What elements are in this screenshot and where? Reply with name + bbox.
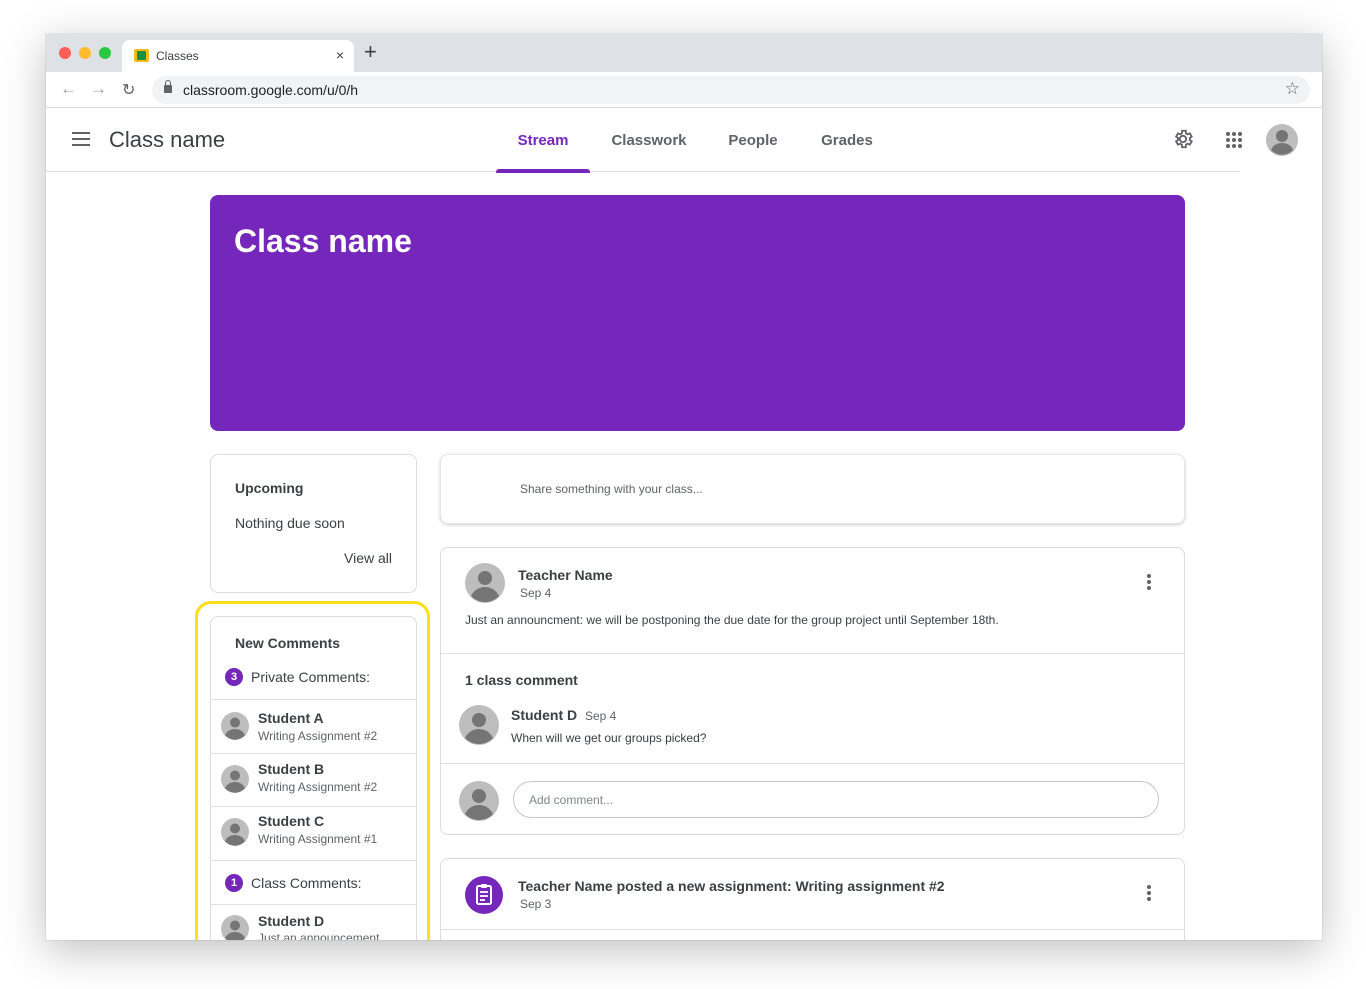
menu-icon[interactable] (72, 132, 92, 146)
assignment-title: Teacher Name posted a new assignment: Wr… (518, 878, 945, 894)
class-banner: Class name (210, 195, 1185, 431)
post-author: Teacher Name (518, 567, 613, 583)
post-text: Just an announcment: we will be postponi… (465, 613, 999, 627)
post-date: Sep 4 (520, 586, 552, 600)
share-box[interactable]: Share something with your class... (440, 454, 1185, 524)
share-placeholder[interactable]: Share something with your class... (520, 482, 703, 496)
url-text[interactable]: classroom.google.com/u/0/h (183, 82, 358, 98)
tab-strip: Classes × + (46, 34, 1322, 72)
address-bar[interactable]: classroom.google.com/u/0/h ☆ (152, 76, 1310, 104)
tab-people[interactable]: People (724, 108, 782, 172)
class-comment-count[interactable]: 1 class comment (465, 672, 578, 688)
reload-icon[interactable]: ↻ (122, 80, 135, 100)
divider (441, 763, 1184, 764)
browser-tab[interactable]: Classes × (122, 40, 354, 72)
add-comment-input[interactable]: Add comment... (513, 781, 1159, 818)
tab-classwork[interactable]: Classwork (606, 108, 692, 172)
assignment-icon (465, 876, 503, 914)
apps-grid-icon[interactable] (1226, 132, 1242, 148)
app-header: Class name Stream Classwork People Grade… (46, 108, 1298, 173)
upcoming-title: Upcoming (235, 480, 304, 496)
divider (441, 653, 1184, 654)
highlight-outline (195, 601, 430, 940)
classroom-favicon-icon (134, 49, 149, 62)
page-title: Class name (109, 127, 226, 152)
browser-toolbar: ← → ↻ classroom.google.com/u/0/h ☆ (46, 72, 1322, 108)
tab-stream[interactable]: Stream (496, 108, 590, 173)
more-options-icon[interactable] (1146, 885, 1152, 905)
tab-grades[interactable]: Grades (814, 108, 880, 172)
assignment-date: Sep 3 (520, 897, 552, 911)
maximize-window-button[interactable] (99, 47, 111, 59)
add-comment-placeholder: Add comment... (529, 793, 614, 807)
tab-title: Classes (156, 49, 199, 63)
avatar (459, 781, 499, 821)
avatar (465, 563, 505, 603)
tab-close-icon[interactable]: × (336, 47, 344, 63)
lock-icon (164, 80, 172, 93)
divider (441, 929, 1184, 930)
gear-icon[interactable] (1172, 128, 1194, 150)
new-tab-button[interactable]: + (364, 41, 377, 63)
upcoming-text: Nothing due soon (235, 515, 345, 531)
star-icon[interactable]: ☆ (1285, 79, 1300, 99)
announcement-post: Teacher Name Sep 4 Just an announcment: … (440, 547, 1185, 835)
arrow-left-icon[interactable]: ← (60, 79, 77, 99)
account-avatar[interactable] (1266, 124, 1298, 156)
close-window-button[interactable] (59, 47, 71, 59)
minimize-window-button[interactable] (79, 47, 91, 59)
view-all-link[interactable]: View all (344, 550, 392, 566)
assignment-post[interactable]: Teacher Name posted a new assignment: Wr… (440, 858, 1185, 940)
banner-title[interactable]: Class name (234, 223, 412, 260)
comment-text: When will we get our groups picked? (511, 731, 707, 745)
comment-author: Student D (511, 707, 578, 723)
comment-date: Sep 4 (585, 709, 617, 723)
upcoming-card: Upcoming Nothing due soon View all (210, 454, 417, 593)
more-options-icon[interactable] (1146, 574, 1152, 594)
arrow-right-icon[interactable]: → (90, 79, 107, 99)
avatar (459, 705, 499, 745)
browser-window: Classes × + ← → ↻ classroom.google.com/u… (46, 34, 1322, 940)
